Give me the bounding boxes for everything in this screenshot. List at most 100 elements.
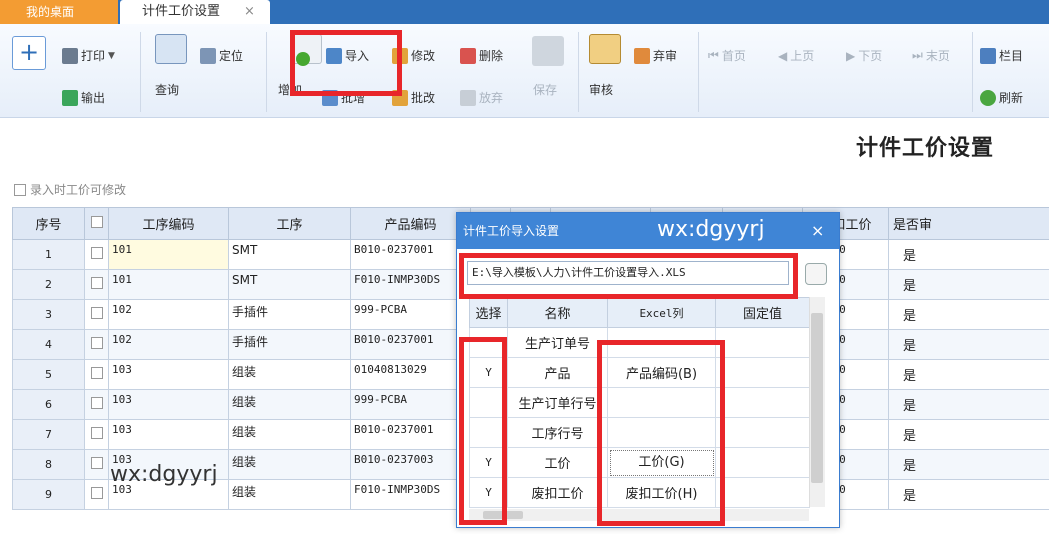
product-code-cell[interactable]: 999-PCBA: [350, 299, 471, 330]
fixed-value-cell[interactable]: [715, 417, 810, 448]
proc-cell[interactable]: 手插件: [228, 299, 351, 330]
locate-label: 定位: [219, 49, 244, 63]
row-checkbox[interactable]: [90, 337, 103, 349]
batch-modify-label: 批改: [411, 91, 436, 105]
abandon-button[interactable]: 放弃: [460, 89, 503, 106]
proc-code-cell[interactable]: 101: [108, 269, 229, 300]
row-checkbox-cell[interactable]: [84, 299, 109, 330]
checkbox-label: 录入时工价可修改: [30, 183, 127, 197]
row-checkbox-cell[interactable]: [84, 389, 109, 420]
query-button[interactable]: [155, 34, 187, 64]
add-big-button[interactable]: +: [12, 36, 46, 70]
audit-button[interactable]: [589, 34, 621, 64]
unaudit-label: 弃审: [653, 49, 678, 63]
row-checkbox[interactable]: [90, 247, 103, 259]
product-code-cell[interactable]: 999-PCBA: [350, 389, 471, 420]
fixed-value-cell[interactable]: [715, 477, 810, 508]
row-checkbox[interactable]: [90, 367, 103, 379]
unaudit-button[interactable]: 弃审: [634, 47, 677, 64]
row-number: 1: [12, 239, 85, 270]
tab-close-icon[interactable]: ×: [244, 0, 255, 24]
audited-cell: 是: [888, 239, 1049, 270]
checkbox[interactable]: [14, 183, 26, 196]
product-code-cell[interactable]: B010-0237003: [350, 449, 471, 480]
row-checkbox[interactable]: [90, 427, 103, 439]
last-page-button[interactable]: ⏭ 末页: [912, 47, 950, 64]
product-code-cell[interactable]: B010-0237001: [350, 329, 471, 360]
proc-cell[interactable]: 组装: [228, 359, 351, 390]
proc-cell[interactable]: SMT: [228, 239, 351, 270]
proc-code-cell[interactable]: 103: [108, 359, 229, 390]
save-button[interactable]: [532, 36, 564, 66]
proc-cell[interactable]: SMT: [228, 269, 351, 300]
browse-file-button[interactable]: [805, 263, 827, 285]
row-checkbox-cell[interactable]: [84, 239, 109, 270]
header-proc[interactable]: 工序: [228, 207, 351, 240]
audited-cell: 是: [888, 449, 1049, 480]
row-checkbox-cell[interactable]: [84, 269, 109, 300]
proc-cell[interactable]: 组装: [228, 449, 351, 480]
product-code-cell[interactable]: 01040813029: [350, 359, 471, 390]
output-button[interactable]: 输出: [62, 89, 105, 106]
fixed-value-cell[interactable]: [715, 357, 810, 388]
proc-code-cell[interactable]: 103: [108, 419, 229, 450]
editable-price-checkbox[interactable]: 录入时工价可修改: [14, 181, 126, 198]
print-button[interactable]: 打印 ▼: [62, 47, 115, 64]
columns-button[interactable]: 栏目: [980, 47, 1023, 64]
proc-code-cell[interactable]: 102: [108, 299, 229, 330]
refresh-button[interactable]: 刷新: [980, 89, 1023, 106]
row-checkbox[interactable]: [90, 307, 103, 319]
dialog-close-icon[interactable]: ×: [811, 213, 824, 249]
highlight-import-box: [290, 30, 402, 96]
field-name-cell: 工序行号: [507, 417, 608, 448]
proc-cell[interactable]: 组装: [228, 479, 351, 510]
header-select[interactable]: [84, 207, 109, 240]
fixed-value-cell[interactable]: [715, 447, 810, 478]
proc-code-cell[interactable]: 101: [108, 239, 229, 270]
columns-icon: [980, 47, 996, 64]
header-proc-code[interactable]: 工序编码: [108, 207, 229, 240]
prev-page-button[interactable]: ◀ 上页: [778, 47, 814, 64]
proc-cell[interactable]: 组装: [228, 389, 351, 420]
fixed-value-cell[interactable]: [715, 327, 810, 358]
row-number: 3: [12, 299, 85, 330]
unaudit-icon: [634, 47, 650, 64]
proc-code-cell[interactable]: 103: [108, 389, 229, 420]
locate-button[interactable]: 定位: [200, 47, 243, 64]
row-checkbox-cell[interactable]: [84, 329, 109, 360]
delete-button[interactable]: 删除: [460, 47, 503, 64]
next-page-button[interactable]: ▶ 下页: [846, 47, 882, 64]
fixed-value-cell[interactable]: [715, 387, 810, 418]
watermark-text: wx:dgyyrj: [657, 217, 765, 242]
row-number: 8: [12, 449, 85, 480]
row-checkbox[interactable]: [90, 487, 103, 499]
dialog-scroll-thumb[interactable]: [811, 313, 823, 483]
chevron-down-icon: ▼: [108, 50, 115, 61]
header-name: 名称: [507, 297, 608, 328]
row-checkbox-cell[interactable]: [84, 419, 109, 450]
first-page-button[interactable]: ⏮ 首页: [708, 47, 746, 64]
audited-cell: 是: [888, 269, 1049, 300]
row-checkbox-cell[interactable]: [84, 449, 109, 480]
product-code-cell[interactable]: F010-INMP30DS: [350, 269, 471, 300]
select-all-checkbox[interactable]: [90, 215, 103, 228]
tab-home[interactable]: 我的桌面: [0, 0, 118, 24]
row-checkbox-cell[interactable]: [84, 359, 109, 390]
first-page-icon: ⏮: [708, 48, 719, 62]
row-checkbox[interactable]: [90, 397, 103, 409]
product-code-cell[interactable]: F010-INMP30DS: [350, 479, 471, 510]
product-code-cell[interactable]: B010-0237001: [350, 419, 471, 450]
highlight-excel-column: [597, 340, 725, 526]
magnifier-icon: [155, 34, 187, 64]
header-audited[interactable]: 是否审: [888, 207, 1049, 240]
proc-cell[interactable]: 组装: [228, 419, 351, 450]
product-code-cell[interactable]: B010-0237001: [350, 239, 471, 270]
header-product-code[interactable]: 产品编码: [350, 207, 471, 240]
audited-cell: 是: [888, 419, 1049, 450]
row-checkbox-cell[interactable]: [84, 479, 109, 510]
row-checkbox[interactable]: [90, 457, 103, 469]
printer-icon: [62, 47, 78, 64]
proc-cell[interactable]: 手插件: [228, 329, 351, 360]
row-checkbox[interactable]: [90, 277, 103, 289]
proc-code-cell[interactable]: 102: [108, 329, 229, 360]
